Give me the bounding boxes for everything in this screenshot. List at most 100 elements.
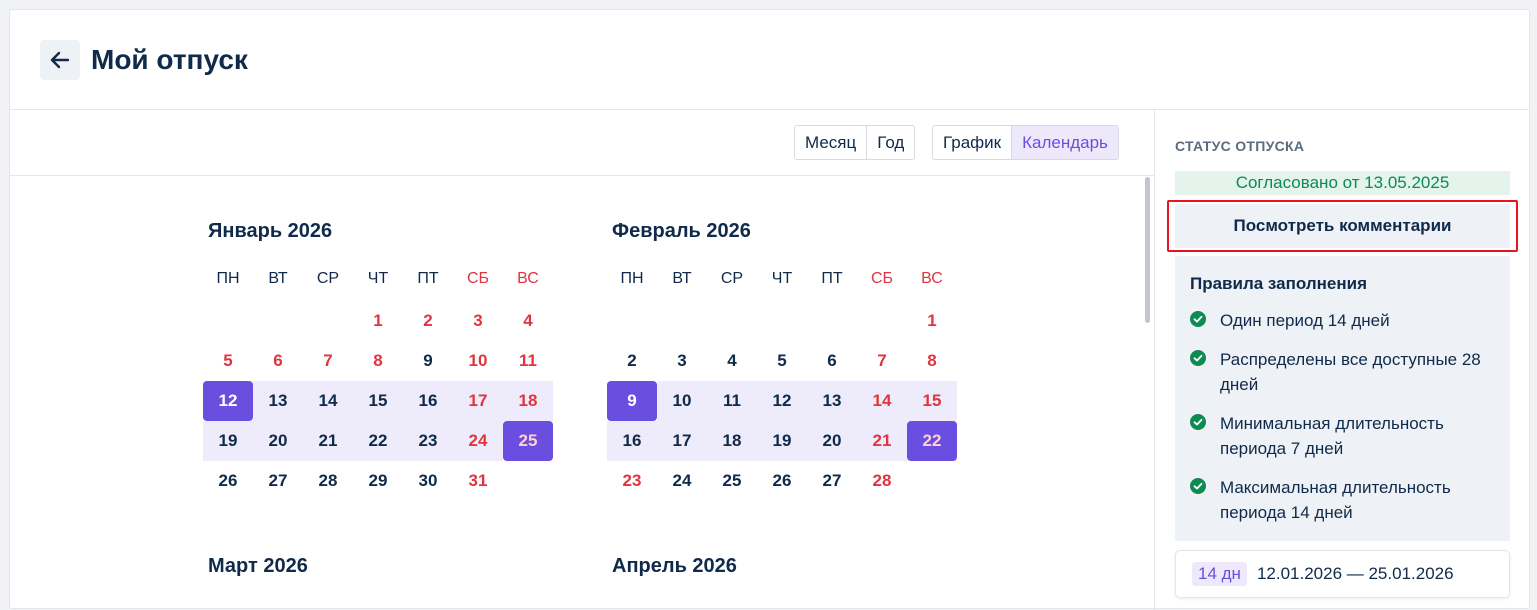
rule-item: Распределены все доступные 28 дней [1190,347,1495,397]
day-cell[interactable]: 20 [253,421,303,461]
toggle-schedule[interactable]: График [933,126,1013,159]
day-cell[interactable]: 18 [503,381,553,421]
day-cell[interactable]: 25 [503,421,553,461]
day-cell[interactable]: 5 [203,341,253,381]
empty-day-cell [807,301,857,341]
day-cell[interactable]: 20 [807,421,857,461]
month-february: Февраль 2026 [612,219,972,243]
day-cell[interactable]: 27 [253,461,303,501]
back-button[interactable] [40,40,80,80]
week-row: 2345678 [607,341,957,381]
rule-item: Максимальная длительность периода 14 дне… [1190,475,1495,525]
scrollbar-thumb[interactable] [1145,177,1150,323]
empty-day-cell [303,301,353,341]
week-row: 12 13 14 15 16 17 18 [203,381,553,421]
day-cell[interactable]: 17 [453,381,503,421]
week-row: 23 24 25 26 27 28 [607,461,957,501]
day-cell[interactable]: 3 [453,301,503,341]
weekday-label: СБ [870,270,894,287]
month-title: Февраль 2026 [612,220,751,242]
day-cell[interactable]: 25 [707,461,757,501]
day-cell[interactable]: 30 [403,461,453,501]
day-cell[interactable]: 28 [303,461,353,501]
day-cell[interactable]: 9 [403,341,453,381]
day-cell[interactable]: 10 [453,341,503,381]
day-cell[interactable]: 9 [607,381,657,421]
check-circle-icon [1190,350,1206,366]
day-cell[interactable]: 23 [607,461,657,501]
toggle-calendar[interactable]: Календарь [1012,126,1118,159]
day-cell[interactable]: 21 [303,421,353,461]
rules-title: Правила заполнения [1190,274,1368,293]
day-cell[interactable]: 11 [707,381,757,421]
day-cell[interactable]: 13 [253,381,303,421]
weekday-header: ПН ВТ СР ЧТ ПТ СБ ВС [607,259,957,299]
day-cell[interactable]: 10 [657,381,707,421]
weekday-label: ПТ [417,270,439,287]
period-toggle: Месяц Год [794,125,916,160]
toggle-month[interactable]: Месяц [795,126,868,159]
day-cell[interactable]: 23 [403,421,453,461]
month-title: Январь 2026 [208,220,333,242]
day-cell[interactable]: 1 [907,301,957,341]
empty-day-cell [203,301,253,341]
period-card[interactable]: 14 дн 12.01.2026 — 25.01.2026 [1175,550,1510,598]
day-cell[interactable]: 19 [757,421,807,461]
view-comments-label: Посмотреть комментарии [1175,204,1510,248]
day-cell[interactable]: 3 [657,341,707,381]
day-cell[interactable]: 14 [303,381,353,421]
day-cell[interactable]: 13 [807,381,857,421]
toggle-year[interactable]: Год [867,126,915,159]
weekday-label: СР [316,270,340,287]
day-cell[interactable]: 15 [353,381,403,421]
day-cell[interactable]: 31 [453,461,503,501]
day-cell[interactable]: 22 [907,421,957,461]
arrow-left-icon [50,51,70,69]
weekday-label: СБ [466,270,490,287]
day-cell[interactable]: 14 [857,381,907,421]
day-cell[interactable]: 8 [353,341,403,381]
day-cell[interactable]: 17 [657,421,707,461]
day-cell[interactable]: 7 [303,341,353,381]
day-cell[interactable]: 21 [857,421,907,461]
day-cell[interactable]: 7 [857,341,907,381]
empty-day-cell [657,301,707,341]
empty-day-cell [757,301,807,341]
day-cell[interactable]: 12 [757,381,807,421]
day-cell[interactable]: 4 [503,301,553,341]
day-cell[interactable]: 6 [807,341,857,381]
day-cell[interactable]: 18 [707,421,757,461]
week-row: 1234 [203,301,553,341]
day-cell[interactable]: 22 [353,421,403,461]
day-cell[interactable]: 15 [907,381,957,421]
status-sidebar: СТАТУС ОТПУСКА Согласовано от 13.05.2025… [1155,110,1531,610]
day-cell[interactable]: 27 [807,461,857,501]
day-cell[interactable]: 8 [907,341,957,381]
day-cell[interactable]: 24 [657,461,707,501]
day-cell[interactable]: 1 [353,301,403,341]
check-circle-icon [1190,311,1206,327]
day-cell[interactable]: 11 [503,341,553,381]
month-april: Апрель 2026 [612,554,972,578]
page-title: Мой отпуск [91,44,248,75]
day-cell[interactable]: 24 [453,421,503,461]
week-row: 1 [607,301,957,341]
day-cell[interactable]: 29 [353,461,403,501]
day-cell[interactable]: 6 [253,341,303,381]
day-cell[interactable]: 16 [403,381,453,421]
month-title: Март 2026 [208,555,308,577]
day-cell[interactable]: 28 [857,461,907,501]
day-cell[interactable]: 2 [607,341,657,381]
rule-item: Один период 14 дней [1190,308,1495,333]
view-comments-button[interactable]: Посмотреть комментарии [1167,200,1518,252]
day-cell[interactable]: 16 [607,421,657,461]
day-cell[interactable]: 19 [203,421,253,461]
calendar-scroll-area[interactable]: Январь 2026 Февраль 2026 Март 2026 Апрел… [10,177,1154,610]
week-row: 9 10 11 12 13 14 15 [607,381,957,421]
day-cell[interactable]: 26 [757,461,807,501]
day-cell[interactable]: 5 [757,341,807,381]
day-cell[interactable]: 2 [403,301,453,341]
day-cell[interactable]: 26 [203,461,253,501]
day-cell[interactable]: 4 [707,341,757,381]
day-cell[interactable]: 12 [203,381,253,421]
